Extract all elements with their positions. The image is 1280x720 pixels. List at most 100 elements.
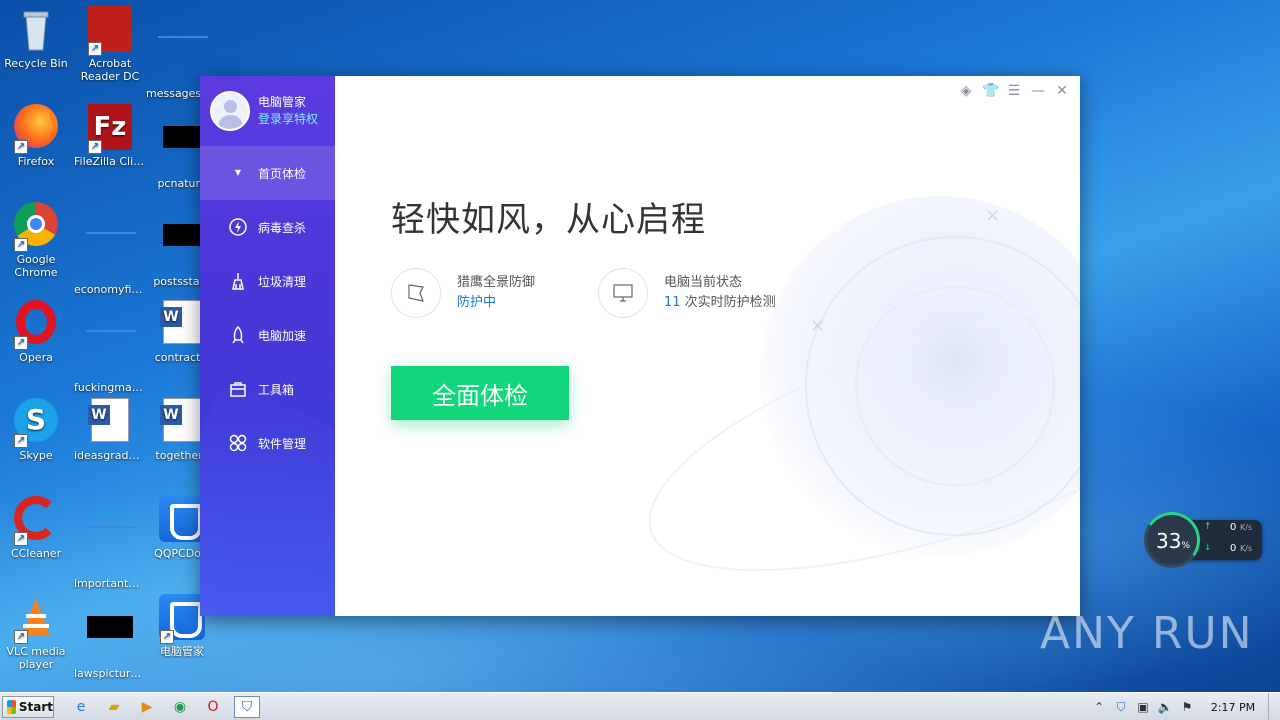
apps-icon	[228, 433, 248, 453]
opera-icon: ↗	[12, 300, 60, 350]
desktop-icon-fuckingmag[interactable]: fuckingmag...	[74, 300, 146, 394]
word-doc-icon	[158, 398, 206, 446]
shortcut-arrow-icon: ↗	[88, 42, 102, 56]
falcon-value: 防护中	[457, 295, 497, 310]
desktop-icon-importantm[interactable]: importantm...	[74, 496, 146, 590]
recycle-bin-icon	[12, 6, 60, 54]
taskbar: Start e ▰ ▶ ◉ O ⛉ ⌃ ⛉ ▣ 🔈 ⚑ 2:17 PM	[0, 692, 1280, 720]
acrobat-icon: ↗	[86, 6, 134, 56]
folder-icon[interactable]: ▰	[101, 696, 127, 718]
sidebar-item-software[interactable]: 软件管理	[200, 416, 335, 470]
action-center-flag-icon[interactable]: ⚑	[1176, 696, 1198, 718]
network-speed-widget[interactable]: 33% ↑ 0 K/s ↓ 0 K/s	[1139, 507, 1262, 573]
broom-icon	[228, 271, 248, 291]
ie-icon[interactable]: e	[68, 696, 94, 718]
sidebar-item-virus-scan[interactable]: 病毒查杀	[200, 200, 335, 254]
chrome-icon[interactable]: ◉	[167, 696, 193, 718]
file-icon	[86, 526, 136, 574]
shortcut-arrow-icon: ↗	[14, 336, 28, 350]
desktop-icon-opera[interactable]: ↗ Opera	[0, 300, 72, 364]
word-doc-icon	[86, 398, 134, 446]
anyrun-watermark: ANY RUN	[1040, 608, 1254, 659]
shortcut-arrow-icon: ↗	[160, 630, 174, 644]
desktop-icon-vlc[interactable]: ↗ VLC media player	[0, 594, 72, 671]
desktop-icon-recycle-bin[interactable]: Recycle Bin	[0, 6, 72, 70]
memory-gauge: 33%	[1139, 507, 1205, 573]
full-checkup-button[interactable]: 全面体检	[391, 366, 569, 420]
menu-icon[interactable]: ☰	[1006, 82, 1022, 100]
show-desktop-button[interactable]	[1268, 693, 1280, 720]
shortcut-arrow-icon: ↗	[14, 140, 28, 154]
sidebar-item-toolbox[interactable]: 工具箱	[200, 362, 335, 416]
clock[interactable]: 2:17 PM	[1198, 701, 1268, 714]
desktop-icon-filezilla[interactable]: Fz ↗ FileZilla Client	[74, 104, 146, 168]
pc-status[interactable]: 电脑当前状态 11 次实时防护检测	[598, 268, 776, 318]
media-player-icon[interactable]: ▶	[134, 696, 160, 718]
file-icon	[158, 36, 208, 84]
minimize-icon[interactable]: —	[1030, 82, 1046, 100]
toolbox-icon	[228, 379, 248, 399]
file-icon	[158, 126, 206, 174]
file-icon	[86, 232, 136, 280]
bolt-icon	[228, 217, 248, 237]
upload-arrow-icon: ↑	[1204, 522, 1212, 532]
sidebar-item-home-checkup[interactable]: ▼ 首页体检	[200, 146, 335, 200]
falcon-defense-status[interactable]: 猎鹰全景防御 防护中	[391, 268, 535, 318]
profile-area[interactable]: 电脑管家 登录享特权	[200, 76, 335, 146]
pc-manager-window: 电脑管家 登录享特权 ▼ 首页体检 病毒查杀 垃圾清理 电脑加速 工具箱 软件管…	[200, 76, 1080, 616]
login-link[interactable]: 登录享特权	[258, 110, 318, 128]
falcon-label: 猎鹰全景防御	[457, 275, 536, 290]
close-icon[interactable]: ✕	[1054, 82, 1070, 100]
system-tray: ⌃ ⛉ ▣ 🔈 ⚑ 2:17 PM	[1088, 693, 1280, 720]
sidebar-item-label: 工具箱	[258, 382, 295, 397]
sidebar-item-label: 病毒查杀	[258, 220, 307, 235]
network-icon[interactable]: ▣	[1132, 696, 1154, 718]
firefox-icon: ↗	[12, 104, 60, 154]
shortcut-arrow-icon: ↗	[14, 434, 28, 448]
sidebar-item-junk-clean[interactable]: 垃圾清理	[200, 254, 335, 308]
desktop-icon-economy[interactable]: economyfiv...	[74, 202, 146, 296]
main-panel: ✕ ✕ ◈ 👕 ☰ — ✕ 轻快如风，从心启程 猎鹰全景防御 防护中 电脑当前状…	[335, 76, 1080, 616]
theme-shirt-icon[interactable]: 👕	[982, 82, 999, 100]
pc-status-value: 11 次实时防护检测	[664, 295, 776, 310]
desktop-icon-skype[interactable]: S ↗ Skype	[0, 398, 72, 462]
opera-icon[interactable]: O	[200, 696, 226, 718]
volume-icon[interactable]: 🔈	[1154, 696, 1176, 718]
decorative-core	[910, 316, 1000, 406]
chrome-icon: ↗	[12, 202, 60, 252]
filezilla-icon: Fz ↗	[86, 104, 134, 154]
file-icon	[158, 224, 206, 272]
sidebar-item-speedup[interactable]: 电脑加速	[200, 308, 335, 362]
avatar[interactable]	[210, 91, 250, 131]
desktop-icon-acrobat[interactable]: ↗ Acrobat Reader DC	[74, 6, 146, 83]
desktop-icon-chrome[interactable]: ↗ Google Chrome	[0, 202, 72, 279]
vlc-cone-icon: ↗	[12, 594, 60, 644]
pc-manager-tray-icon[interactable]: ⛉	[1110, 696, 1132, 718]
sidebar-nav: ▼ 首页体检 病毒查杀 垃圾清理 电脑加速 工具箱 软件管理	[200, 146, 335, 470]
desktop-icon-ccleaner[interactable]: ↗ CCleaner	[0, 496, 72, 560]
pc-status-label: 电脑当前状态	[664, 275, 743, 290]
show-hidden-icons-icon[interactable]: ⌃	[1088, 696, 1110, 718]
start-button[interactable]: Start	[2, 696, 54, 718]
windows-logo-icon	[7, 700, 16, 714]
shortcut-arrow-icon: ↗	[14, 238, 28, 252]
ccleaner-icon: ↗	[12, 496, 60, 546]
desktop-icon-ideasgrade[interactable]: ideasgrade.rtf	[74, 398, 146, 462]
skin-leaf-icon[interactable]: ◈	[958, 82, 974, 100]
falcon-flag-icon	[391, 268, 441, 318]
sidebar-item-label: 首页体检	[258, 166, 307, 181]
desktop-icon-firefox[interactable]: ↗ Firefox	[0, 104, 72, 168]
desktop-icon-lawspicture[interactable]: lawspicture...	[74, 594, 146, 680]
sidebar-item-label: 电脑加速	[258, 328, 307, 343]
profile-name: 电脑管家	[258, 95, 307, 109]
headline: 轻快如风，从心启程	[391, 200, 706, 240]
shield-dot-icon: ▼	[234, 168, 242, 177]
sparkle-icon: ✕	[985, 206, 1001, 227]
shortcut-arrow-icon: ↗	[14, 532, 28, 546]
sparkle-icon: ✕	[810, 316, 826, 337]
word-doc-icon	[158, 300, 206, 348]
sidebar-item-label: 垃圾清理	[258, 274, 307, 289]
skype-icon: S ↗	[12, 398, 60, 448]
rocket-icon	[228, 325, 248, 345]
pc-manager-taskbar-icon[interactable]: ⛉	[234, 696, 260, 718]
